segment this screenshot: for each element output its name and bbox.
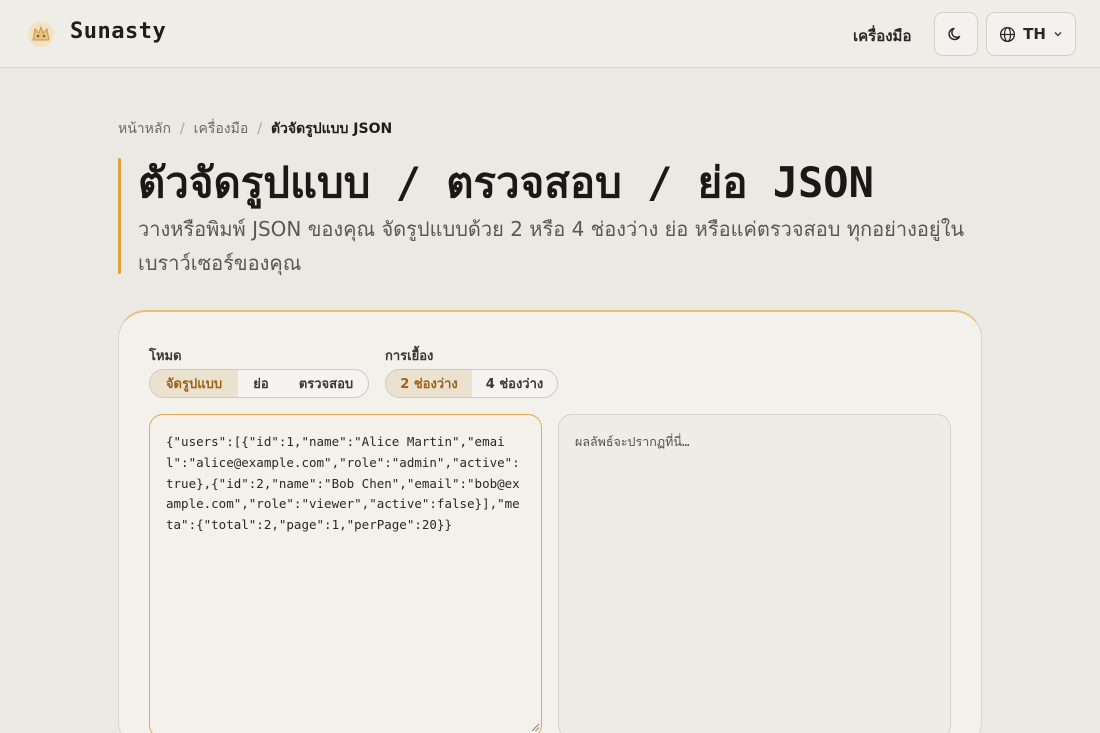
breadcrumb-separator: / [179,121,185,137]
chevron-down-icon [1054,32,1062,37]
breadcrumb: หน้าหลัก / เครื่องมือ / ตัวจัดรูปแบบ JSO… [118,118,392,140]
indent-2-spaces-button[interactable]: 2 ช่องว่าง [386,370,472,397]
title-accent-bar [118,158,121,274]
mode-minify-button[interactable]: ย่อ [238,370,284,397]
mode-label: โหมด [149,349,182,364]
indent-segmented-control: 2 ช่องว่าง 4 ช่องว่าง [385,369,558,398]
mode-format-button[interactable]: จัดรูปแบบ [150,370,238,397]
page-title: ตัวจัดรูปแบบ / ตรวจสอบ / ย่อ JSON [138,158,874,207]
json-input-textarea[interactable]: {"users":[{"id":1,"name":"Alice Martin",… [149,414,542,733]
theme-toggle-button[interactable] [934,12,978,56]
breadcrumb-home[interactable]: หน้าหลัก [118,118,171,140]
top-header: Sunasty เครื่องมือ TH [0,0,1100,68]
language-label: TH [1023,25,1046,43]
mode-segmented-control: จัดรูปแบบ ย่อ ตรวจสอบ [149,369,369,398]
breadcrumb-tools[interactable]: เครื่องมือ [194,118,249,140]
indent-label: การเยื้อง [385,349,434,364]
json-output-area[interactable]: ผลลัพธ์จะปรากฏที่นี่… [558,414,951,733]
resize-handle-icon[interactable] [530,722,540,732]
brand-name[interactable]: Sunasty [70,19,166,44]
page-description: วางหรือพิมพ์ JSON ของคุณ จัดรูปแบบด้วย 2… [138,217,965,275]
breadcrumb-separator: / [257,121,262,137]
nav-tools-link[interactable]: เครื่องมือ [853,24,911,48]
mode-validate-button[interactable]: ตรวจสอบ [284,370,368,397]
moon-icon [948,27,961,41]
sunasty-logo-icon[interactable] [26,20,56,48]
language-selector[interactable]: TH [986,12,1076,56]
globe-icon [1000,26,1016,42]
indent-4-spaces-button[interactable]: 4 ช่องว่าง [472,370,557,397]
breadcrumb-current: ตัวจัดรูปแบบ JSON [270,121,393,137]
